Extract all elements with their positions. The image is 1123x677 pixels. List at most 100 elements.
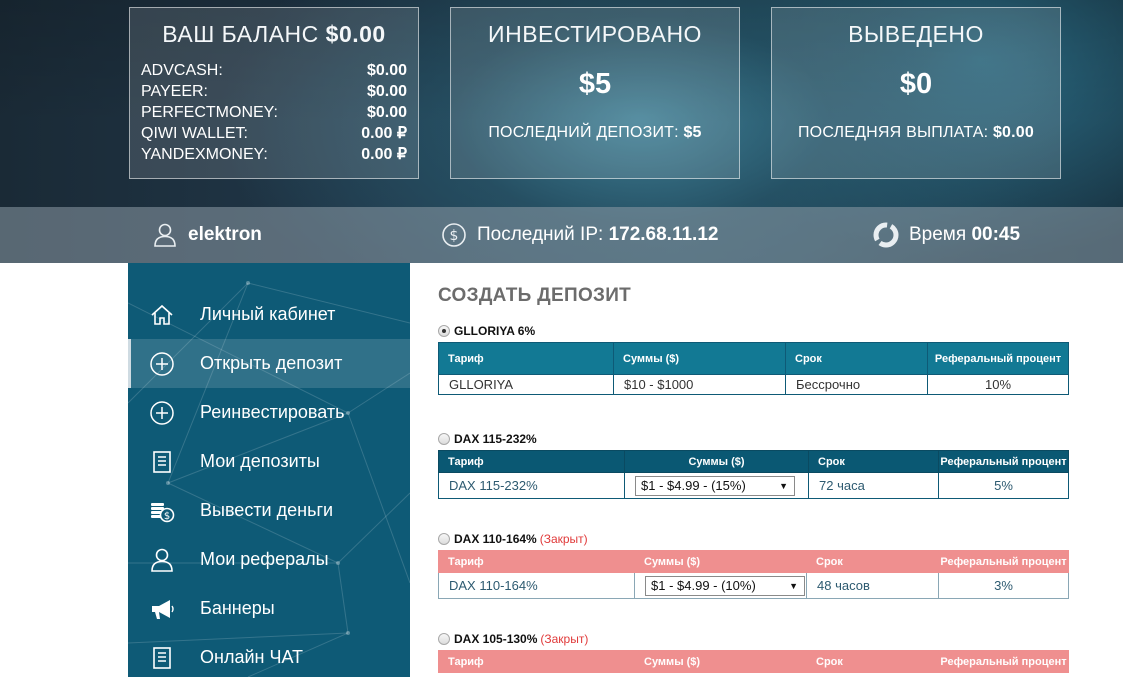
- megaphone-icon: [152, 600, 174, 619]
- cell-ref: 3%: [938, 572, 1069, 599]
- cell-sums: $10 - $1000: [613, 374, 786, 395]
- page-title: СОЗДАТЬ ДЕПОЗИТ: [438, 285, 632, 306]
- plan-header: DAX 110-164% (Закрыт): [438, 531, 1068, 547]
- balance-title: ВАШ БАЛАНС $0.00: [162, 21, 386, 47]
- sidebar-item-referrals[interactable]: Мои рефералы: [128, 535, 410, 584]
- table-row: DAX 115-232% $1 - $4.99 - (15%) ▼ 72 часа…: [438, 472, 1069, 499]
- sidebar-item-label: Открыть депозит: [200, 353, 343, 373]
- main-content: СОЗДАТЬ ДЕПОЗИТ GLLORIYA 6% Тариф Суммы …: [438, 263, 1069, 677]
- plan-table: Тариф Суммы ($) Срок Реферальный процент…: [438, 342, 1069, 395]
- plan-table: Тариф Суммы ($) Срок Реферальный процент…: [438, 550, 1069, 599]
- svg-text:$: $: [450, 228, 459, 244]
- sidebar-item-reinvest[interactable]: Реинвестировать: [128, 388, 410, 437]
- plan-table: Тариф Суммы ($) Срок Реферальный процент: [438, 650, 1069, 673]
- ip-info: $ Последний IP: 172.68.11.12: [441, 207, 718, 263]
- sidebar-item-label: Реинвестировать: [200, 402, 345, 422]
- header-hero: ВАШ БАЛАНС $0.00 ADVCASH: $0.00 PAYEER: $0…: [0, 0, 1123, 263]
- col-ref: Реферальный процент: [938, 650, 1069, 673]
- table-row: GLLORIYA $10 - $1000 Бессрочно 10%: [438, 374, 1069, 395]
- clock-refresh-icon: [873, 222, 899, 248]
- plus-circle-icon: [150, 401, 174, 425]
- col-tariff: Тариф: [438, 450, 625, 473]
- col-sums: Суммы ($): [613, 342, 786, 375]
- coins-icon: $: [151, 503, 175, 523]
- sidebar-item-label: Личный кабинет: [200, 304, 336, 324]
- sidebar-item-chat[interactable]: Онлайн ЧАТ: [128, 633, 410, 677]
- plan-radio[interactable]: [438, 433, 450, 445]
- withdrawn-box: ВЫВЕДЕНО $0 ПОСЛЕДНЯЯ ВЫПЛАТА: $0.00: [771, 7, 1061, 179]
- col-ref: Реферальный процент: [927, 342, 1069, 375]
- plan-table: Тариф Суммы ($) Срок Реферальный процент…: [438, 450, 1069, 499]
- ip-value: 172.68.11.12: [608, 224, 719, 245]
- user-icon: [154, 223, 176, 247]
- last-payout: ПОСЛЕДНЯЯ ВЫПЛАТА: $0.00: [797, 124, 1034, 141]
- plan-dax-115: DAX 115-232% Тариф Суммы ($) Срок Рефера…: [438, 431, 1069, 499]
- col-term: Срок: [806, 550, 939, 573]
- cell-term: Бессрочно: [785, 374, 928, 395]
- cell-ref: 10%: [927, 374, 1069, 395]
- closed-label: (Закрыт): [540, 632, 589, 646]
- plus-circle-icon: [150, 352, 174, 376]
- sidebar-item-label: Мои депозиты: [200, 451, 320, 471]
- balance-total: $0.00: [325, 21, 386, 47]
- dropdown-arrow-icon: ▼: [789, 580, 798, 591]
- col-sums: Суммы ($): [634, 650, 807, 673]
- dollar-circle-icon: $: [442, 223, 466, 247]
- col-tariff: Тариф: [438, 342, 614, 375]
- col-tariff: Тариф: [438, 650, 635, 673]
- cell-tariff: DAX 115-232%: [438, 472, 625, 499]
- plan-name: GLLORIYA 6%: [454, 324, 536, 338]
- sidebar-item-withdraw[interactable]: $ Вывести деньги: [128, 486, 410, 535]
- plan-name: DAX 115-232%: [454, 432, 537, 446]
- cell-tariff: DAX 110-164%: [438, 572, 635, 599]
- cell-sums: $1 - $4.99 - (15%) ▼: [624, 472, 809, 499]
- user-info: elektron: [152, 207, 262, 263]
- sidebar-item-label: Мои рефералы: [200, 549, 329, 569]
- svg-text:$: $: [164, 511, 170, 522]
- balance-row-payeer: PAYEER: $0.00: [141, 83, 407, 100]
- home-icon: [151, 304, 173, 325]
- balance-row-perfectmoney: PERFECTMONEY: $0.00: [141, 104, 407, 121]
- info-bar: elektron $ Последний IP: 172.68.11.12 Вр…: [0, 207, 1123, 263]
- plan-radio[interactable]: [438, 633, 450, 645]
- user-icon: [151, 548, 173, 572]
- withdrawn-amount: $0: [899, 68, 933, 100]
- document-icon: [153, 647, 171, 669]
- sidebar-item-label: Баннеры: [200, 598, 275, 618]
- balance-box: ВАШ БАЛАНС $0.00 ADVCASH: $0.00 PAYEER: $0…: [129, 7, 419, 179]
- dropdown-arrow-icon: ▼: [779, 480, 788, 491]
- invested-amount: $5: [578, 68, 612, 100]
- balance-row-advcash: ADVCASH: $0.00: [141, 62, 407, 79]
- col-ref: Реферальный процент: [938, 550, 1069, 573]
- sidebar: Личный кабинет Открыть депозит Реинвести…: [128, 263, 410, 677]
- sidebar-item-cabinet[interactable]: Личный кабинет: [128, 290, 410, 339]
- col-sums: Суммы ($): [634, 550, 807, 573]
- withdrawn-title: ВЫВЕДЕНО: [848, 21, 984, 47]
- cell-tariff: GLLORIYA: [438, 374, 614, 395]
- plan-name: DAX 105-130%: [454, 632, 538, 646]
- balance-row-yandex: YANDEXMONEY: 0.00 ₽: [141, 146, 407, 163]
- plan-gloriya: GLLORIYA 6% Тариф Суммы ($) Срок Реферал…: [438, 323, 1069, 395]
- col-sums: Суммы ($): [624, 450, 809, 473]
- closed-label: (Закрыт): [539, 532, 588, 546]
- sidebar-item-label: Вывести деньги: [200, 500, 334, 520]
- sidebar-item-banners[interactable]: Баннеры: [128, 584, 410, 633]
- plan-dax-105: DAX 105-130% (Закрыт) Тариф Суммы ($) Ср…: [438, 631, 1069, 673]
- plan-radio[interactable]: [438, 325, 450, 337]
- time-info: Время 00:45: [873, 207, 1020, 263]
- plan-header: DAX 105-130% (Закрыт): [438, 631, 1068, 647]
- amount-select[interactable]: $1 - $4.99 - (10%) ▼: [645, 575, 805, 596]
- table-row: DAX 110-164% $1 - $4.99 - (10%) ▼ 48 часо…: [438, 572, 1069, 599]
- plan-radio[interactable]: [438, 533, 450, 545]
- balance-row-qiwi: QIWI WALLET: 0.00 ₽: [141, 125, 407, 142]
- sidebar-item-open-deposit[interactable]: Открыть депозит: [128, 339, 410, 388]
- plan-header: DAX 115-232%: [438, 431, 1068, 447]
- last-deposit: ПОСЛЕДНИЙ ДЕПОЗИТ: $5: [488, 124, 702, 141]
- amount-select[interactable]: $1 - $4.99 - (15%) ▼: [635, 475, 795, 496]
- sidebar-item-my-deposits[interactable]: Мои депозиты: [128, 437, 410, 486]
- invested-title: ИНВЕСТИРОВАНО: [488, 21, 702, 47]
- sidebar-item-label: Онлайн ЧАТ: [200, 647, 304, 667]
- plan-header: GLLORIYA 6%: [438, 323, 1068, 339]
- col-term: Срок: [808, 450, 939, 473]
- plan-dax-110: DAX 110-164% (Закрыт) Тариф Суммы ($) Ср…: [438, 531, 1069, 599]
